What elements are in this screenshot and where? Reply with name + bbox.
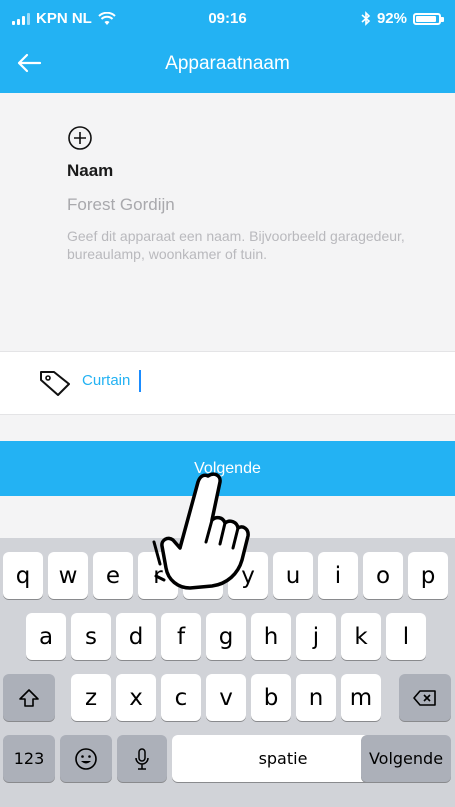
shift-icon [19, 688, 39, 707]
battery-percent: 92% [376, 10, 407, 27]
key-h[interactable]: h [251, 613, 291, 660]
tag-icon [40, 371, 70, 396]
key-o[interactable]: o [363, 552, 403, 599]
keyboard: q w e r t y u i o p a s d f g h j k l z … [0, 538, 455, 807]
microphone-icon [135, 747, 149, 770]
key-w[interactable]: w [48, 552, 88, 599]
key-d[interactable]: d [116, 613, 156, 660]
key-g[interactable]: g [206, 613, 246, 660]
key-p[interactable]: p [408, 552, 448, 599]
key-a[interactable]: a [26, 613, 66, 660]
key-r[interactable]: r [138, 552, 178, 599]
key-y[interactable]: y [228, 552, 268, 599]
backspace-icon [413, 689, 436, 706]
key-q[interactable]: q [3, 552, 43, 599]
key-v[interactable]: v [206, 674, 246, 721]
key-u[interactable]: u [273, 552, 313, 599]
help-text: Geef dit apparaat een naam. Bijvoorbeeld… [67, 228, 405, 262]
numbers-key[interactable]: 123 [3, 735, 55, 782]
key-s[interactable]: s [71, 613, 111, 660]
key-b[interactable]: b [251, 674, 291, 721]
key-k[interactable]: k [341, 613, 381, 660]
key-n[interactable]: n [296, 674, 336, 721]
key-e[interactable]: e [93, 552, 133, 599]
delete-key[interactable] [399, 674, 451, 721]
emoji-icon [75, 747, 97, 770]
key-c[interactable]: c [161, 674, 201, 721]
top-bar: KPN NL 09:16 92% Apparaatnaam [0, 0, 455, 93]
key-j[interactable]: j [296, 613, 336, 660]
next-button-label: Volgende [194, 459, 261, 477]
name-input-row[interactable] [0, 351, 455, 415]
text-caret [139, 370, 141, 392]
circle-plus-icon [68, 126, 92, 150]
next-button[interactable]: Volgende [0, 441, 455, 496]
current-name: Forest Gordijn [67, 195, 175, 214]
bluetooth-icon [361, 11, 371, 26]
page-title: Apparaatnaam [165, 53, 290, 74]
key-i[interactable]: i [318, 552, 358, 599]
emoji-key[interactable] [60, 735, 112, 782]
key-m[interactable]: m [341, 674, 381, 721]
shift-key[interactable] [3, 674, 55, 721]
name-label: Naam [67, 161, 114, 180]
name-info-section: Naam Forest Gordijn Geef dit apparaat ee… [0, 93, 455, 351]
key-x[interactable]: x [116, 674, 156, 721]
key-z[interactable]: z [71, 674, 111, 721]
microphone-key[interactable] [117, 735, 167, 782]
key-t[interactable]: t [183, 552, 223, 599]
key-f[interactable]: f [161, 613, 201, 660]
device-name-input[interactable] [82, 372, 422, 389]
return-key[interactable]: Volgende [361, 735, 451, 782]
status-bar: KPN NL 09:16 92% [0, 0, 455, 36]
navigation-bar: Apparaatnaam [0, 36, 455, 93]
key-l[interactable]: l [386, 613, 426, 660]
battery-icon [413, 12, 444, 25]
